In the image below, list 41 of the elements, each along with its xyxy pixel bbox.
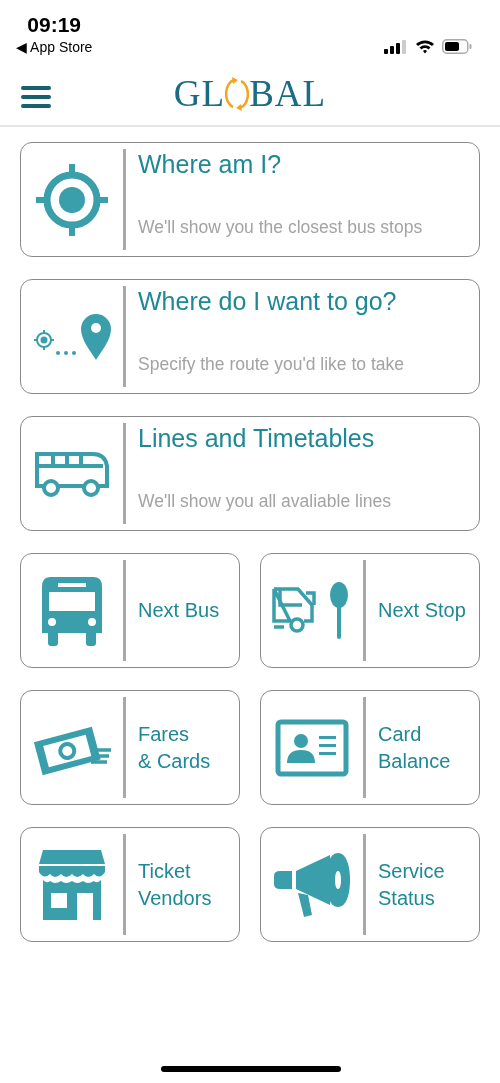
card-title: Lines and Timetables bbox=[138, 423, 376, 453]
coach-bus-icon bbox=[33, 449, 111, 498]
menu-card[interactable]: Where am I? We'll show you the closest bus stops bbox=[20, 142, 480, 257]
id-card-icon bbox=[275, 718, 349, 777]
card-subtitle: We'll show you all avaliable lines bbox=[138, 491, 391, 512]
card-subtitle: We'll show you the closest bus stops bbox=[138, 217, 423, 238]
card-label: Service bbox=[378, 858, 445, 884]
storefront-icon bbox=[37, 847, 107, 922]
card-label: Next Stop bbox=[378, 598, 466, 623]
menu-card[interactable]: Lines and Timetables We'll show you all avaliable lines bbox=[20, 416, 480, 531]
wifi-icon bbox=[415, 39, 435, 54]
back-link[interactable]: ◀ App Store bbox=[16, 38, 93, 56]
bus-front-icon bbox=[40, 574, 104, 647]
card-title: Where am I? bbox=[138, 149, 283, 179]
card-title: Where do I want to go? bbox=[138, 286, 398, 316]
menu-card[interactable]: Next Bus bbox=[20, 553, 240, 668]
menu-card[interactable]: Next Stop bbox=[260, 553, 480, 668]
card-label: Ticket bbox=[138, 858, 192, 884]
card-subtitle: Specify the route you'd like to take bbox=[138, 354, 404, 375]
menu-card[interactable]: Service Status bbox=[260, 827, 480, 942]
menu-card[interactable]: Fares & Cards bbox=[20, 690, 240, 805]
status-time: 09:19 bbox=[27, 12, 82, 38]
card-label: Balance bbox=[378, 748, 451, 774]
card-label: Status bbox=[378, 885, 436, 911]
locate-icon bbox=[34, 161, 110, 238]
menu-icon[interactable] bbox=[21, 86, 51, 108]
circular-arrows-icon bbox=[225, 75, 250, 112]
megaphone-icon bbox=[272, 850, 352, 919]
card-label: Card bbox=[378, 721, 423, 747]
card-label: & Cards bbox=[138, 748, 211, 774]
card-label: Next Bus bbox=[138, 598, 220, 623]
logo-text: BAL bbox=[249, 72, 327, 115]
card-label: Fares bbox=[138, 721, 191, 747]
route-pin-icon bbox=[32, 311, 112, 362]
menu-card[interactable]: Ticket Vendors bbox=[20, 827, 240, 942]
menu-card[interactable]: Where do I want to go? Specify the route you'd like to take bbox=[20, 279, 480, 394]
card-label: Vendors bbox=[138, 885, 212, 911]
logo-text: GL bbox=[173, 72, 226, 115]
battery-icon bbox=[442, 39, 472, 54]
signal-icon bbox=[384, 39, 408, 54]
menu-card[interactable]: Card Balance bbox=[260, 690, 480, 805]
